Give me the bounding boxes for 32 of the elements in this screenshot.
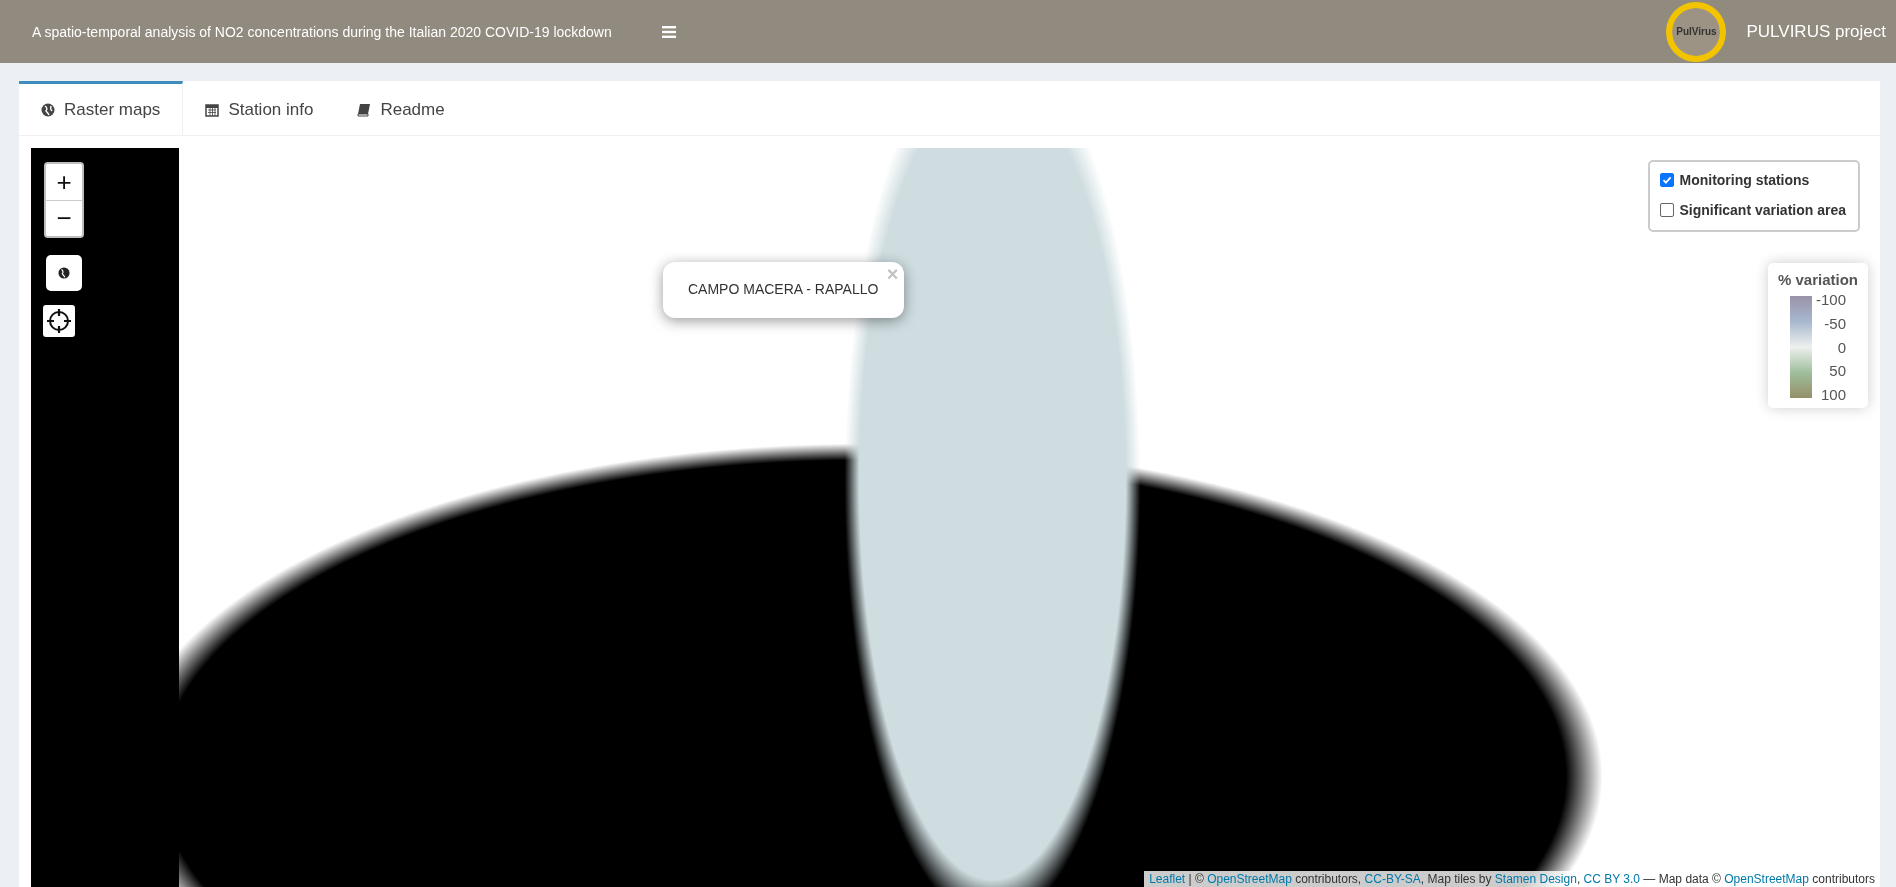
layer-label: Significant variation area [1679,202,1846,218]
calendar-icon [205,102,220,117]
attribution-link[interactable]: OpenStreetMap [1207,872,1292,886]
globe-icon [58,267,70,279]
legend-tick-label: 0 [1837,339,1846,355]
tab[interactable]: Readme [335,81,467,135]
checkbox[interactable] [1659,203,1674,217]
popup-text: CAMPO MACERA - RAPALLO [688,281,879,297]
tab[interactable]: Station info [183,81,336,135]
legend-title: % variation [1777,271,1858,288]
attribution-link[interactable]: CC-BY-SA [1364,872,1421,886]
attribution-link[interactable]: Leaflet [1149,872,1186,886]
locate-button[interactable] [43,305,75,337]
project-name: PULVIRUS project [1746,21,1886,42]
legend-tick-label: 50 [1829,363,1846,379]
tab[interactable]: Raster maps [19,81,184,135]
logo-text: PulVirus [1676,26,1717,37]
book-icon [357,102,372,117]
attribution-link[interactable]: Stamen Design [1494,872,1577,886]
attribution-link[interactable]: CC BY 3.0 [1583,872,1641,886]
globe-button[interactable] [46,255,82,291]
checkbox[interactable] [1659,173,1674,187]
layer-label: Monitoring stations [1679,172,1810,188]
attribution-link[interactable]: OpenStreetMap [1724,872,1809,886]
crosshair-icon [46,308,72,334]
legend-tick-label: 100 [1820,387,1846,402]
legend-tick-label: -50 [1824,315,1846,331]
legend-tick-label: -100 [1815,292,1846,307]
zoom-out-button[interactable]: − [46,200,82,236]
globe-icon [41,102,55,117]
app-title: A spatio-temporal analysis of NO2 concentrations during the Italian 2020 COVID-19 lockdown [32,23,612,40]
menu-icon[interactable] [661,25,676,38]
